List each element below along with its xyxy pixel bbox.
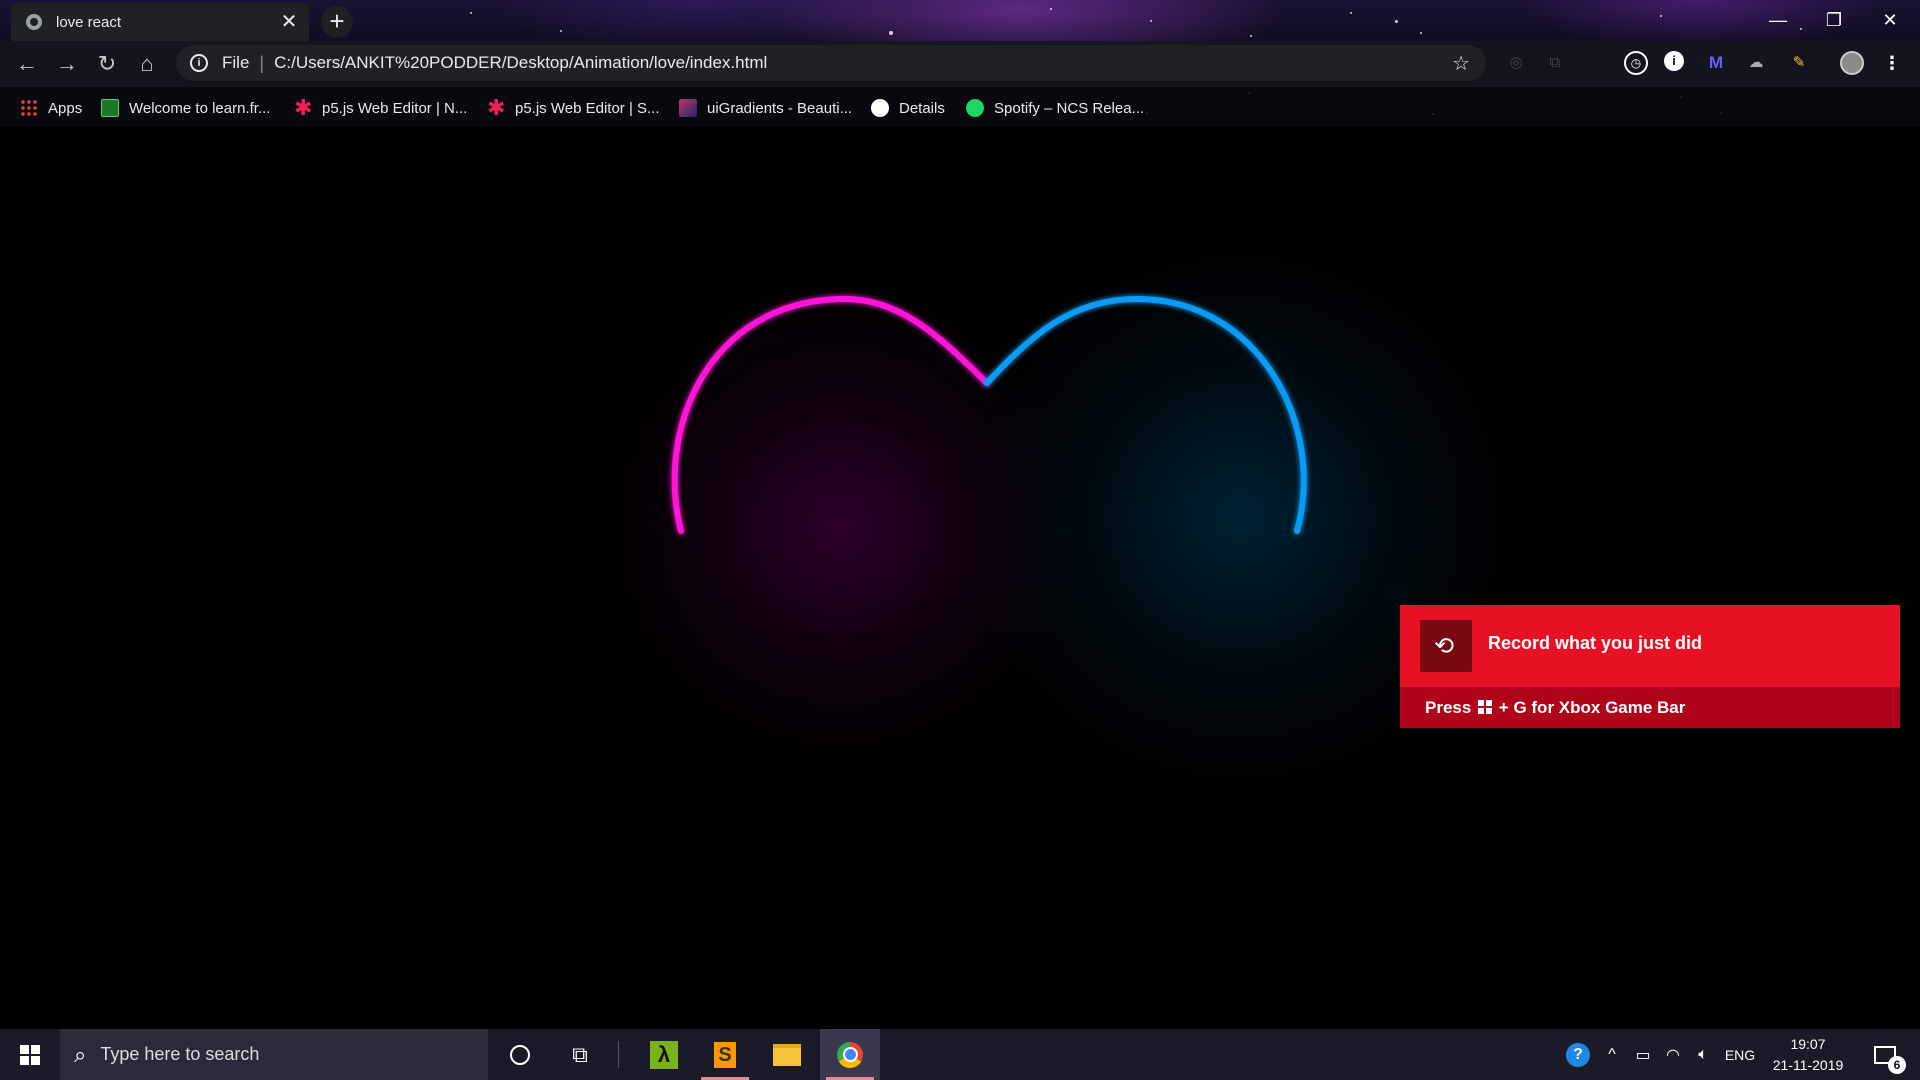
extension-speed-icon[interactable]: ◷ xyxy=(1624,51,1648,75)
toast-hint: Press + G for Xbox Game Bar xyxy=(1425,698,1685,718)
tab-strip: love react ✕ + — ❐ ✕ xyxy=(0,0,1920,41)
bookmark-details[interactable]: Details xyxy=(871,97,945,119)
address-bar[interactable]: i File | C:/Users/ANKIT%20PODDER/Desktop… xyxy=(176,45,1486,81)
url-separator: | xyxy=(259,52,265,73)
xbox-game-bar-toast[interactable]: ⟲ Record what you just did Press + G for… xyxy=(1400,605,1900,728)
reload-button[interactable]: ↻ xyxy=(91,48,123,80)
site-info-icon[interactable]: i xyxy=(190,54,208,72)
heart-right-arc xyxy=(984,295,1307,534)
taskbar-app-file-explorer[interactable] xyxy=(757,1029,817,1080)
help-icon[interactable]: ? xyxy=(1560,1029,1596,1080)
extension-m-icon[interactable]: M xyxy=(1704,51,1728,75)
url-text[interactable]: C:/Users/ANKIT%20PODDER/Desktop/Animatio… xyxy=(274,53,1452,73)
globe-icon xyxy=(871,99,889,117)
start-button[interactable] xyxy=(0,1029,60,1080)
windows-logo-icon xyxy=(20,1045,40,1065)
bookmarks-bar: Apps Welcome to learn.fr... ✱ p5.js Web … xyxy=(0,87,1920,127)
lambda-app-icon: λ xyxy=(650,1040,678,1069)
clock-date: 21-11-2019 xyxy=(1772,1057,1844,1073)
apps-grid-icon xyxy=(20,99,38,117)
extension-cloud-icon[interactable]: ☁ xyxy=(1744,51,1768,75)
taskbar-search-box[interactable]: ⌕ Type here to search xyxy=(60,1029,488,1080)
clock-time: 19:07 xyxy=(1790,1036,1826,1052)
bookmark-label: p5.js Web Editor | N... xyxy=(322,99,468,117)
bookmark-p5js-2[interactable]: ✱ p5.js Web Editor | S... xyxy=(487,97,660,119)
sublime-text-icon: S xyxy=(714,1041,736,1068)
notifications-count: 6 xyxy=(1888,1055,1906,1074)
menu-dots-icon[interactable]: ⋮ xyxy=(1880,51,1904,75)
bookmark-label: Apps xyxy=(48,99,83,117)
bookmark-p5js-1[interactable]: ✱ p5.js Web Editor | N... xyxy=(294,97,467,119)
bookmark-spotify[interactable]: Spotify – NCS Relea... xyxy=(966,97,1144,119)
bookmark-label: Welcome to learn.fr... xyxy=(129,99,271,117)
toast-header: ⟲ Record what you just did xyxy=(1400,605,1900,687)
url-scheme: File xyxy=(222,53,250,72)
extension-info-icon[interactable]: i xyxy=(1664,51,1684,71)
browser-window-frame: love react ✕ + — ❐ ✕ ← → ↻ ⌂ i File | C:… xyxy=(0,0,1920,127)
heart-left-arc xyxy=(671,295,990,534)
new-tab-button[interactable]: + xyxy=(321,6,353,38)
extension-pen-icon[interactable]: ✎ xyxy=(1787,51,1811,75)
record-icon: ⟲ xyxy=(1434,633,1455,660)
hint-prefix: Press xyxy=(1425,698,1472,717)
toast-headline: Record what you just did xyxy=(1488,633,1703,653)
bookmark-apps[interactable]: Apps xyxy=(20,97,82,119)
globe-icon xyxy=(26,14,42,30)
taskbar-app-chrome[interactable] xyxy=(820,1029,880,1080)
extension-translate-icon[interactable]: ⧉ xyxy=(1543,51,1567,75)
taskbar-divider xyxy=(618,1041,619,1068)
restore-button[interactable]: ❐ xyxy=(1806,0,1862,40)
bookmark-learn[interactable]: Welcome to learn.fr... xyxy=(101,97,270,119)
toast-footer: Press + G for Xbox Game Bar xyxy=(1400,687,1900,728)
wifi-icon[interactable]: ◠ xyxy=(1658,1029,1688,1080)
record-icon-box: ⟲ xyxy=(1420,620,1472,672)
cortana-icon[interactable] xyxy=(490,1029,550,1080)
taskbar-app-sublime[interactable]: S xyxy=(695,1029,755,1080)
spotify-icon xyxy=(966,99,984,117)
bookmark-label: p5.js Web Editor | S... xyxy=(515,99,660,117)
extension-icon[interactable]: ◎ xyxy=(1504,51,1528,75)
search-icon: ⌕ xyxy=(74,1041,87,1067)
profile-avatar[interactable] xyxy=(1840,51,1864,75)
input-language[interactable]: ENG xyxy=(1718,1029,1762,1080)
close-window-button[interactable]: ✕ xyxy=(1862,0,1918,40)
folder-icon xyxy=(773,1043,801,1066)
show-hidden-icons-icon[interactable]: ^ xyxy=(1598,1029,1626,1080)
bookmark-label: Spotify – NCS Relea... xyxy=(994,99,1145,117)
action-center-button[interactable]: 6 xyxy=(1860,1029,1910,1080)
bookmark-uigradients[interactable]: uiGradients - Beauti... xyxy=(679,97,852,119)
tab-title: love react xyxy=(56,13,122,31)
windows-key-icon xyxy=(1478,700,1493,714)
home-button[interactable]: ⌂ xyxy=(131,48,163,80)
bookmark-label: uiGradients - Beauti... xyxy=(707,99,853,117)
tab-love-react[interactable]: love react ✕ xyxy=(11,3,309,41)
bookmark-label: Details xyxy=(899,99,945,117)
learn-icon xyxy=(101,99,119,117)
uigradients-icon xyxy=(679,99,697,117)
taskbar-app-lambda[interactable]: λ xyxy=(634,1029,694,1080)
chrome-icon xyxy=(837,1041,863,1068)
hint-suffix: + G for Xbox Game Bar xyxy=(1498,698,1686,717)
bookmark-star-icon[interactable]: ☆ xyxy=(1452,51,1470,76)
taskbar-clock[interactable]: 19:07 21-11-2019 xyxy=(1762,1034,1854,1076)
p5js-icon: ✱ xyxy=(487,95,506,120)
search-placeholder: Type here to search xyxy=(100,1044,260,1064)
display-icon[interactable]: ▭ xyxy=(1628,1029,1658,1080)
back-button[interactable]: ← xyxy=(11,48,43,80)
page-canvas: ⟲ Record what you just did Press + G for… xyxy=(0,127,1920,1029)
minimize-button[interactable]: — xyxy=(1750,0,1806,40)
p5js-icon: ✱ xyxy=(294,95,313,120)
task-view-icon[interactable]: ⧉ xyxy=(550,1029,610,1080)
heart-animation xyxy=(671,295,1307,534)
volume-icon[interactable]: 🔈︎ xyxy=(1688,1029,1718,1080)
notifications-icon: 6 xyxy=(1874,1045,1906,1074)
forward-button[interactable]: → xyxy=(51,48,83,80)
browser-toolbar: ← → ↻ ⌂ i File | C:/Users/ANKIT%20PODDER… xyxy=(0,41,1920,87)
close-tab-icon[interactable]: ✕ xyxy=(277,10,301,34)
windows-taskbar: ⌕ Type here to search ⧉ λ S ? ^ ▭ ◠ 🔈︎ E… xyxy=(0,1029,1920,1080)
